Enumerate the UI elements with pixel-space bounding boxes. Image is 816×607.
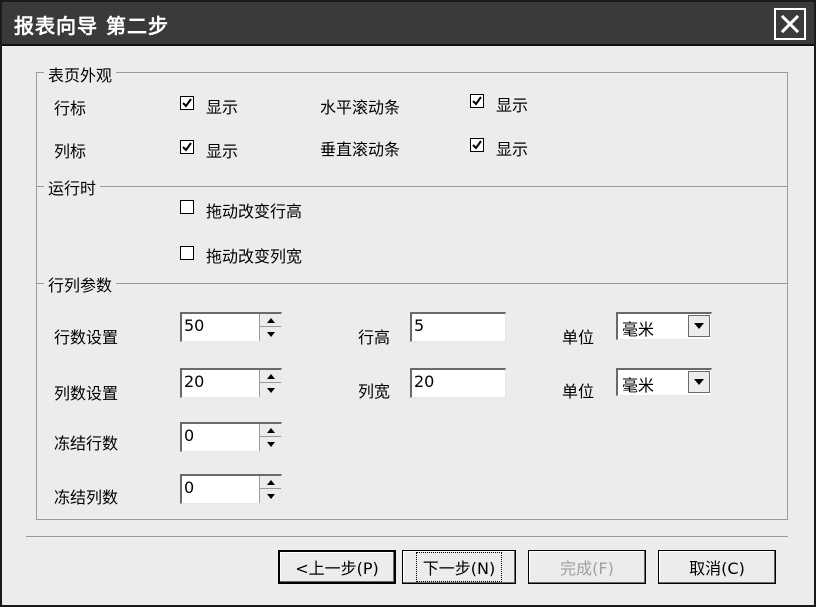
col-header-label: 列标 bbox=[54, 142, 87, 161]
cancel-label: 取消(C) bbox=[689, 559, 745, 578]
row-header-label: 行标 bbox=[54, 99, 87, 118]
prev-step-label: <上一步(P) bbox=[295, 559, 379, 578]
row-height-value[interactable]: 5 bbox=[414, 316, 424, 335]
settings-groupbox bbox=[36, 72, 788, 520]
row-height-label: 行高 bbox=[358, 328, 391, 347]
row-count-value[interactable]: 50 bbox=[184, 316, 204, 335]
row-header-checkbox[interactable] bbox=[180, 96, 194, 110]
freeze-cols-value[interactable]: 0 bbox=[184, 478, 194, 497]
row-height-input[interactable]: 5 bbox=[410, 312, 506, 342]
prev-step-button[interactable]: <上一步(P) bbox=[278, 550, 396, 584]
hscroll-label: 水平滚动条 bbox=[320, 98, 401, 117]
next-step-label: 下一步(N) bbox=[415, 552, 503, 582]
button-area-divider bbox=[26, 536, 788, 537]
arrow-down-icon bbox=[266, 332, 275, 337]
freeze-rows-value[interactable]: 0 bbox=[184, 426, 194, 445]
checkmark-icon bbox=[472, 140, 482, 150]
freeze-rows-arrows bbox=[259, 424, 281, 451]
spin-up-button[interactable] bbox=[260, 314, 281, 327]
close-icon bbox=[780, 14, 800, 34]
spin-up-button[interactable] bbox=[260, 424, 281, 437]
freeze-cols-label: 冻结列数 bbox=[54, 488, 119, 507]
col-count-arrows bbox=[259, 370, 281, 397]
chevron-down-icon bbox=[694, 379, 704, 385]
checkmark-icon bbox=[182, 142, 192, 152]
unit-dropdown-button-1[interactable] bbox=[688, 315, 710, 337]
arrow-up-icon bbox=[266, 427, 275, 433]
unit-value-1[interactable]: 毫米 bbox=[622, 316, 654, 340]
spin-down-button[interactable] bbox=[260, 490, 281, 503]
drag-col-width-checkbox[interactable] bbox=[180, 246, 194, 260]
spin-up-button[interactable] bbox=[260, 370, 281, 383]
runtime-section-divider bbox=[36, 186, 788, 187]
freeze-cols-arrows bbox=[259, 476, 281, 503]
close-button[interactable] bbox=[774, 8, 806, 40]
window-title: 报表向导 第二步 bbox=[14, 14, 169, 38]
row-header-show-label[interactable]: 显示 bbox=[206, 94, 238, 118]
col-width-label: 列宽 bbox=[358, 382, 391, 401]
next-step-button[interactable]: 下一步(N) bbox=[402, 550, 516, 584]
title-bar[interactable]: 报表向导 第二步 bbox=[2, 2, 814, 46]
freeze-rows-label: 冻结行数 bbox=[54, 434, 119, 453]
arrow-down-icon bbox=[266, 442, 275, 447]
vscroll-label: 垂直滚动条 bbox=[320, 140, 401, 159]
spin-up-button[interactable] bbox=[260, 476, 281, 489]
unit-dropdown-button-2[interactable] bbox=[688, 371, 710, 393]
params-legend: 行列参数 bbox=[44, 272, 117, 296]
finish-button[interactable]: 完成(F) bbox=[528, 550, 646, 584]
unit-label-1: 单位 bbox=[562, 328, 595, 347]
col-width-input[interactable]: 20 bbox=[410, 368, 506, 398]
unit-value-2[interactable]: 毫米 bbox=[622, 372, 654, 396]
row-count-spinner[interactable]: 50 bbox=[180, 312, 282, 342]
unit-select-1[interactable]: 毫米 bbox=[616, 312, 712, 340]
freeze-cols-spinner[interactable]: 0 bbox=[180, 474, 282, 504]
drag-row-height-checkbox[interactable] bbox=[180, 200, 194, 214]
col-header-show-label[interactable]: 显示 bbox=[206, 138, 238, 162]
drag-col-width-label[interactable]: 拖动改变列宽 bbox=[206, 243, 302, 267]
drag-row-height-label[interactable]: 拖动改变行高 bbox=[206, 198, 302, 222]
vscroll-checkbox[interactable] bbox=[470, 138, 484, 152]
hscroll-show-label[interactable]: 显示 bbox=[496, 92, 528, 116]
spin-down-button[interactable] bbox=[260, 438, 281, 451]
arrow-up-icon bbox=[266, 373, 275, 379]
unit-label-2: 单位 bbox=[562, 382, 595, 401]
col-count-value[interactable]: 20 bbox=[184, 372, 204, 391]
finish-label: 完成(F) bbox=[560, 559, 614, 578]
arrow-up-icon bbox=[266, 317, 275, 323]
col-count-label: 列数设置 bbox=[54, 384, 119, 403]
arrow-down-icon bbox=[266, 388, 275, 393]
hscroll-checkbox[interactable] bbox=[470, 94, 484, 108]
cancel-button[interactable]: 取消(C) bbox=[658, 550, 776, 584]
vscroll-show-label[interactable]: 显示 bbox=[496, 136, 528, 160]
spin-down-button[interactable] bbox=[260, 328, 281, 341]
arrow-down-icon bbox=[266, 494, 275, 499]
row-count-label: 行数设置 bbox=[54, 328, 119, 347]
col-count-spinner[interactable]: 20 bbox=[180, 368, 282, 398]
freeze-rows-spinner[interactable]: 0 bbox=[180, 422, 282, 452]
appearance-legend: 表页外观 bbox=[44, 62, 117, 86]
params-section-divider bbox=[36, 283, 788, 284]
arrow-up-icon bbox=[266, 479, 275, 485]
chevron-down-icon bbox=[694, 323, 704, 329]
spin-down-button[interactable] bbox=[260, 384, 281, 397]
col-header-checkbox[interactable] bbox=[180, 140, 194, 154]
unit-select-2[interactable]: 毫米 bbox=[616, 368, 712, 396]
runtime-legend: 运行时 bbox=[44, 175, 101, 199]
checkmark-icon bbox=[472, 96, 482, 106]
col-width-value[interactable]: 20 bbox=[414, 372, 434, 391]
checkmark-icon bbox=[182, 98, 192, 108]
row-count-arrows bbox=[259, 314, 281, 341]
